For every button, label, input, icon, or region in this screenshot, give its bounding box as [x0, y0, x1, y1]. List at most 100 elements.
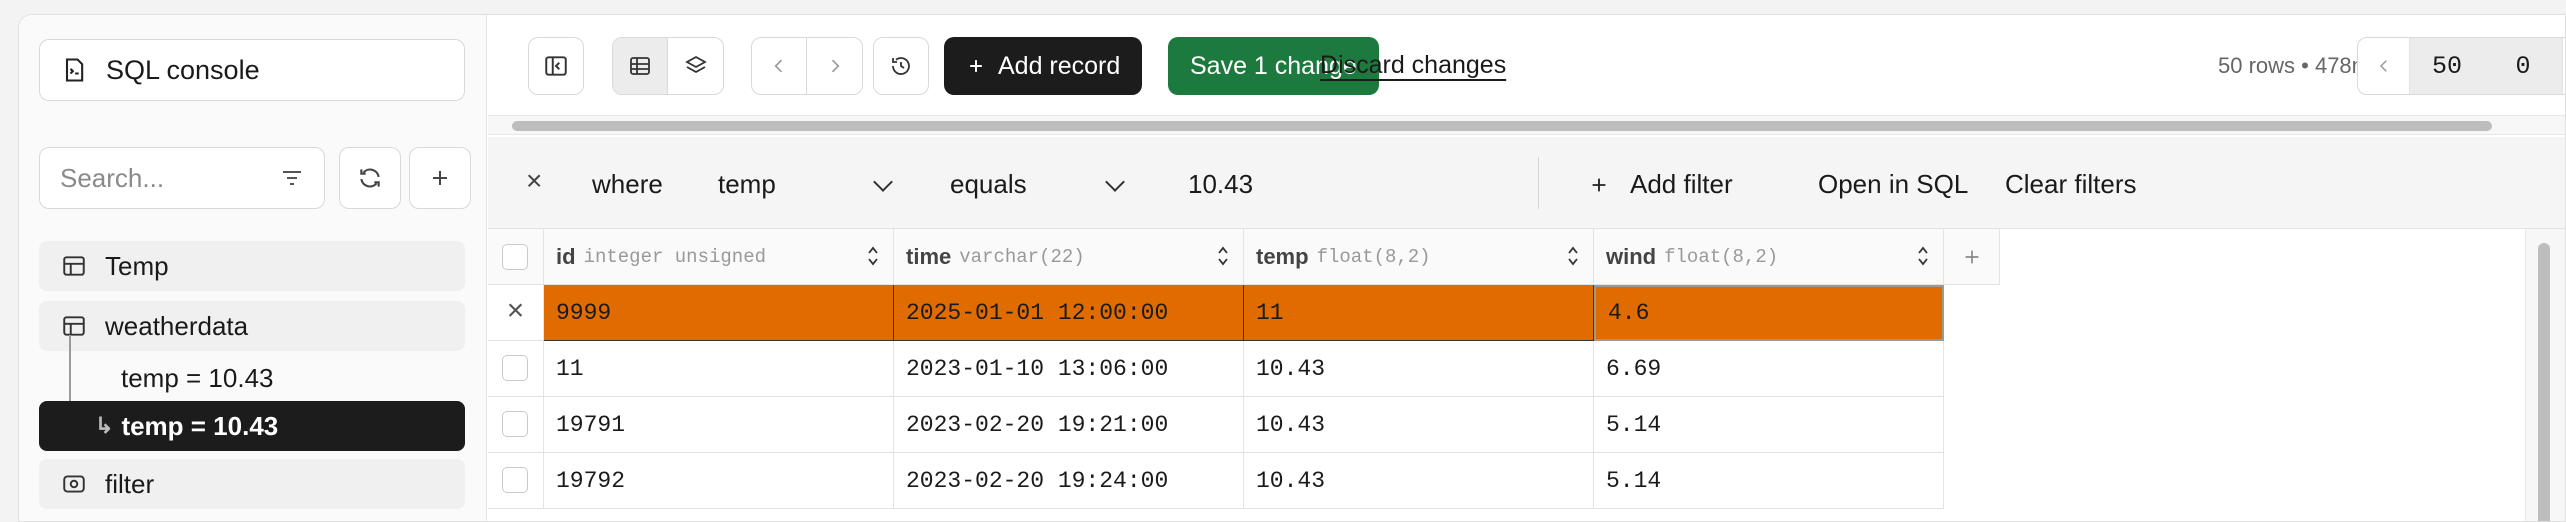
table-cell[interactable]: 10.43	[1244, 453, 1594, 509]
refresh-icon	[360, 168, 380, 188]
row-checkbox[interactable]	[502, 355, 528, 381]
sidebar-item-filter[interactable]: filter	[39, 459, 465, 509]
table-icon	[63, 316, 85, 336]
chevron-down-icon	[1105, 172, 1125, 192]
filter-operator-value: equals	[950, 169, 1027, 199]
back-button[interactable]	[752, 38, 808, 94]
sql-console-button[interactable]: SQL console	[39, 39, 465, 101]
plus-icon	[1965, 250, 1978, 263]
history-button[interactable]	[873, 37, 929, 95]
scrollbar-thumb[interactable]	[2538, 243, 2550, 521]
add-record-label: Add record	[998, 51, 1121, 80]
layers-icon	[684, 55, 707, 74]
column-name: time	[906, 243, 952, 269]
table-cell[interactable]: 2023-01-10 13:06:00	[894, 341, 1244, 397]
table-cell[interactable]: 2023-02-20 19:24:00	[894, 453, 1244, 509]
sidebar-item-active-filter[interactable]: ↳ temp = 10.43	[39, 401, 465, 451]
discard-changes-link[interactable]: Discard changes	[1320, 51, 1506, 80]
search-placeholder: Search...	[60, 162, 165, 193]
sort-icon[interactable]	[1217, 245, 1229, 267]
sidebar-item-temp[interactable]: Temp	[39, 241, 465, 291]
table-cell[interactable]: 5.14	[1594, 397, 1944, 453]
layers-view-button[interactable]	[668, 38, 723, 94]
table-cell[interactable]: 19792	[544, 453, 894, 509]
table-cell[interactable]: 2023-02-20 19:21:00	[894, 397, 1244, 453]
column-header-temp[interactable]: temp float(8,2)	[1244, 229, 1594, 285]
sidebar-item-weatherdata[interactable]: weatherdata	[39, 301, 465, 351]
discard-row-button[interactable]: ×	[488, 285, 544, 341]
sidebar-item-saved-filter[interactable]: temp = 10.43	[39, 353, 465, 403]
page-limit-input[interactable]: 50	[2410, 38, 2484, 94]
filter-divider	[1538, 157, 1539, 209]
open-in-sql-button[interactable]: Open in SQL	[1818, 169, 1968, 200]
sql-console-icon	[65, 58, 84, 82]
filter-icon[interactable]	[280, 166, 304, 190]
row-select-cell	[488, 341, 544, 397]
table-cell-selected[interactable]: 4.6	[1594, 285, 1944, 341]
table-cell[interactable]: 2025-01-01 12:00:00	[894, 285, 1244, 341]
table-cell[interactable]: 19791	[544, 397, 894, 453]
filter-column-value: temp	[718, 169, 776, 199]
tree-branch-icon: ↳	[95, 413, 114, 438]
filter-operator-select[interactable]: equals	[950, 169, 1130, 200]
table-cell[interactable]: 10.43	[1244, 397, 1594, 453]
page-offset-input[interactable]: 0	[2484, 38, 2562, 94]
vertical-scrollbar[interactable]	[2525, 229, 2565, 521]
app-window: SQL console Search... Temp weatherdata t…	[18, 14, 2566, 522]
column-name: id	[556, 243, 576, 269]
column-type: float(8,2)	[1664, 245, 1779, 268]
sort-icon[interactable]	[1917, 245, 1929, 267]
sidebar-item-label: weatherdata	[105, 310, 249, 341]
sort-icon[interactable]	[1567, 245, 1579, 267]
column-type: float(8,2)	[1316, 245, 1431, 268]
table-cell[interactable]: 10.43	[1244, 341, 1594, 397]
search-input[interactable]: Search...	[39, 147, 325, 209]
view-icon	[63, 475, 85, 493]
filter-bar: × where temp equals 10.43 Add filter Ope…	[488, 137, 2565, 229]
refresh-list-button[interactable]	[339, 147, 401, 209]
row-checkbox[interactable]	[502, 411, 528, 437]
chevron-down-icon	[873, 172, 893, 192]
toggle-sidebar-button[interactable]	[528, 37, 584, 95]
row-select-cell	[488, 453, 544, 509]
sort-icon[interactable]	[867, 245, 879, 267]
column-header-wind[interactable]: wind float(8,2)	[1594, 229, 1944, 285]
plus-icon	[1592, 178, 1606, 191]
filter-value-input[interactable]: 10.43	[1188, 169, 1253, 200]
column-header-time[interactable]: time varchar(22)	[894, 229, 1244, 285]
row-checkbox[interactable]	[502, 467, 528, 493]
add-column-button[interactable]	[1944, 229, 2000, 285]
clear-filters-button[interactable]: Clear filters	[2005, 169, 2136, 200]
sidebar-item-label: temp = 10.43	[121, 362, 274, 393]
chevron-right-icon	[831, 59, 840, 73]
sidebar-item-label: temp = 10.43	[121, 410, 279, 441]
filter-column-select[interactable]: temp	[718, 169, 898, 200]
table-cell[interactable]: 9999	[544, 285, 894, 341]
table-icon	[63, 256, 85, 276]
chevron-left-icon	[774, 59, 783, 73]
add-table-button[interactable]	[409, 147, 471, 209]
select-all-checkbox[interactable]	[502, 244, 528, 270]
toolbar: Add record Save 1 change Discard changes…	[488, 15, 2565, 115]
horizontal-scrollbar[interactable]	[488, 115, 2565, 135]
sidebar-item-label: Temp	[105, 250, 169, 281]
filter-where-label: where	[592, 169, 663, 199]
table-cell[interactable]: 6.69	[1594, 341, 1944, 397]
next-page-button[interactable]	[2562, 38, 2565, 94]
history-nav	[751, 37, 863, 95]
view-switcher	[612, 37, 724, 95]
grid-view-button[interactable]	[613, 38, 669, 94]
table-cell[interactable]: 11	[1244, 285, 1594, 341]
remove-filter-button[interactable]: ×	[526, 165, 542, 197]
data-grid: id integer unsigned time varchar(22) tem…	[488, 229, 2525, 521]
add-record-button[interactable]: Add record	[944, 37, 1143, 95]
add-filter-button[interactable]: Add filter	[1588, 169, 1733, 200]
column-header-id[interactable]: id integer unsigned	[544, 229, 894, 285]
table-cell[interactable]: 5.14	[1594, 453, 1944, 509]
forward-button[interactable]	[807, 38, 862, 94]
prev-page-button[interactable]	[2358, 38, 2410, 94]
table-cell[interactable]: 11	[544, 341, 894, 397]
sidebar: SQL console Search... Temp weatherdata t…	[19, 15, 487, 521]
column-type: varchar(22)	[959, 245, 1085, 268]
scrollbar-thumb[interactable]	[512, 121, 2492, 131]
